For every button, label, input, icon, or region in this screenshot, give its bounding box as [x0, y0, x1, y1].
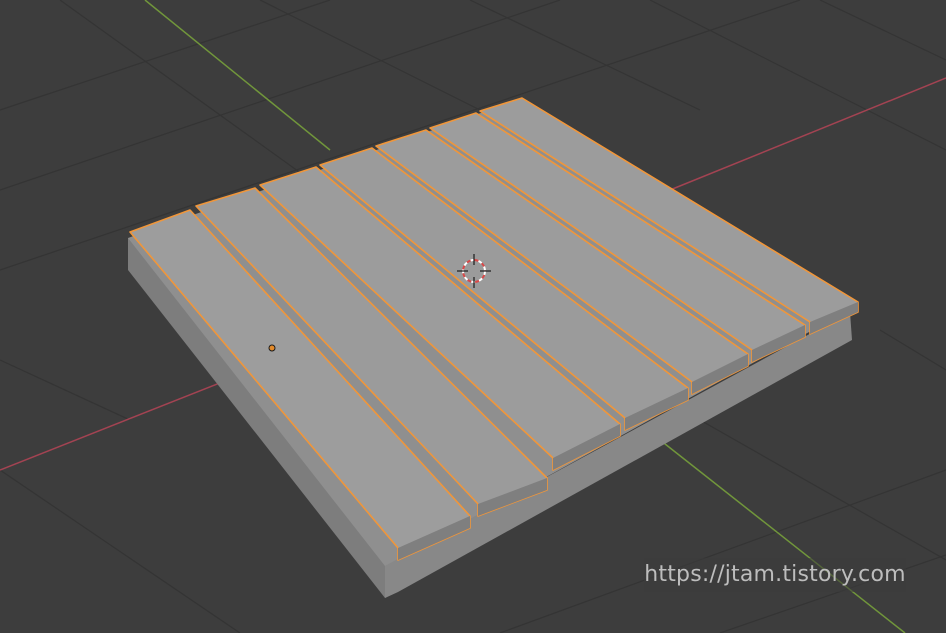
grid-line	[819, 0, 946, 61]
watermark-url: https://jtam.tistory.com	[644, 558, 906, 592]
grid-line	[699, 419, 946, 561]
x-axis-line	[0, 374, 241, 471]
grid-line	[0, 359, 131, 421]
grid-line	[879, 329, 946, 371]
scene-canvas[interactable]	[0, 0, 946, 633]
grid-line	[469, 0, 701, 111]
object-origin-icon[interactable]	[268, 344, 276, 352]
x-axis-line	[669, 77, 946, 191]
3d-viewport[interactable]: https://jtam.tistory.com	[0, 0, 946, 633]
grid-line	[649, 0, 946, 151]
planks[interactable]	[129, 97, 859, 561]
y-axis-line	[659, 439, 906, 633]
grid-line	[0, 469, 241, 633]
